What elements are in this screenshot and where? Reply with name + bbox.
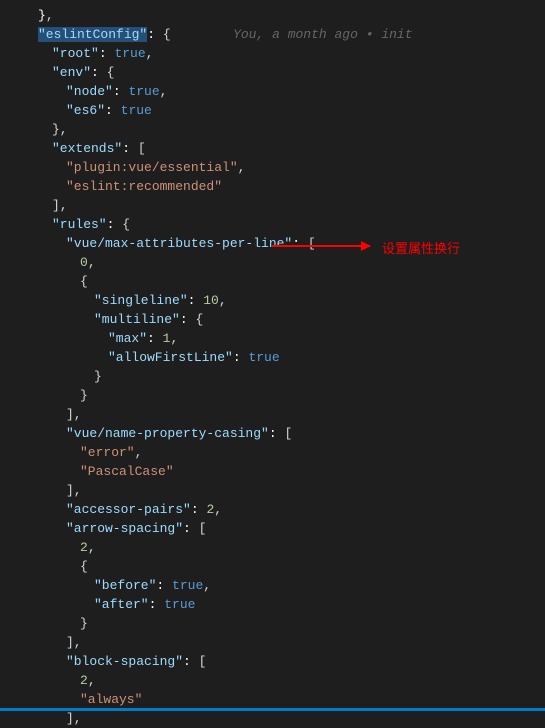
code-line: ], xyxy=(10,709,545,728)
arrow-annotation xyxy=(272,245,370,247)
code-line: "accessor-pairs": 2, xyxy=(10,500,545,519)
gitlens-annotation: You, a month ago • init xyxy=(233,27,412,42)
code-line: { xyxy=(10,557,545,576)
code-editor[interactable]: }, "eslintConfig": { You, a month ago • … xyxy=(10,6,545,728)
code-line: "eslint:recommended" xyxy=(10,177,545,196)
code-line: ], xyxy=(10,196,545,215)
code-line: 0, xyxy=(10,253,545,272)
text-annotation: 设置属性换行 xyxy=(382,239,460,258)
code-line: "arrow-spacing": [ xyxy=(10,519,545,538)
code-line: } xyxy=(10,367,545,386)
code-line: }, xyxy=(10,120,545,139)
code-line: "singleline": 10, xyxy=(10,291,545,310)
code-line: "vue/max-attributes-per-line": [ xyxy=(10,234,545,253)
code-line: "env": { xyxy=(10,63,545,82)
code-line: "before": true, xyxy=(10,576,545,595)
code-line: }, xyxy=(10,6,545,25)
code-line: "node": true, xyxy=(10,82,545,101)
code-line: "rules": { xyxy=(10,215,545,234)
code-line: "after": true xyxy=(10,595,545,614)
code-line: "vue/name-property-casing": [ xyxy=(10,424,545,443)
code-line: 2, xyxy=(10,671,545,690)
code-line: "es6": true xyxy=(10,101,545,120)
code-line: ], xyxy=(10,481,545,500)
code-line: "multiline": { xyxy=(10,310,545,329)
code-line: "always" xyxy=(10,690,545,709)
code-line: "allowFirstLine": true xyxy=(10,348,545,367)
code-line: "block-spacing": [ xyxy=(10,652,545,671)
code-line: "root": true, xyxy=(10,44,545,63)
code-line: } xyxy=(10,386,545,405)
code-line: 2, xyxy=(10,538,545,557)
code-line: "extends": [ xyxy=(10,139,545,158)
code-line: "error", xyxy=(10,443,545,462)
code-line: "PascalCase" xyxy=(10,462,545,481)
code-line: ], xyxy=(10,633,545,652)
code-line: } xyxy=(10,614,545,633)
code-line: "eslintConfig": { You, a month ago • ini… xyxy=(10,25,545,44)
code-line: "max": 1, xyxy=(10,329,545,348)
code-line: { xyxy=(10,272,545,291)
code-line: ], xyxy=(10,405,545,424)
code-line: "plugin:vue/essential", xyxy=(10,158,545,177)
